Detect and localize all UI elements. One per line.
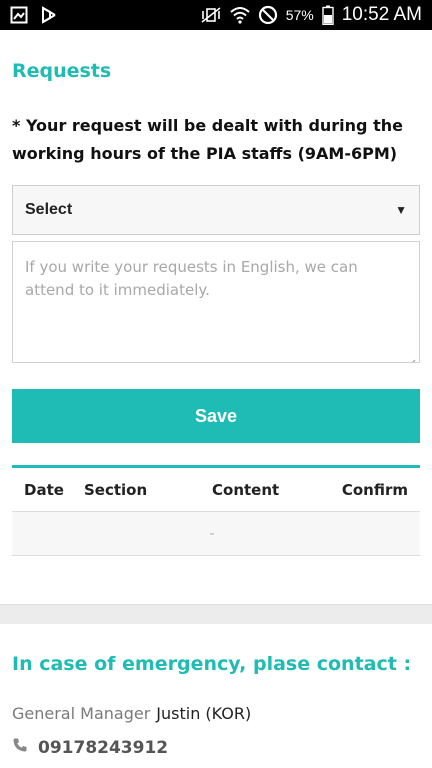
emergency-section: In case of emergency, plase contact : Ge…: [0, 624, 432, 768]
emergency-title: In case of emergency, plase contact :: [12, 653, 412, 675]
wifi-icon: [230, 6, 250, 24]
select-value: Select: [25, 201, 73, 218]
header-date: Date: [24, 480, 64, 499]
status-bar: 57% 10:52 AM: [0, 0, 432, 30]
header-content: Content: [212, 480, 280, 499]
header-confirm: Confirm: [341, 480, 408, 499]
phone-icon: [12, 737, 28, 758]
battery-percent: 57%: [285, 7, 314, 23]
clock: 10:52 AM: [341, 4, 422, 25]
empty-row-text: -: [209, 525, 215, 542]
textarea-placeholder: If you write your requests in English, w…: [25, 258, 358, 299]
play-store-icon: [40, 6, 58, 24]
section-divider: [0, 604, 432, 624]
save-button[interactable]: Save: [12, 389, 420, 443]
table-row: -: [12, 512, 420, 556]
working-hours-notice: * Your request will be dealt with during…: [12, 116, 403, 163]
manager-label: General Manager: [12, 704, 151, 723]
request-type-select[interactable]: Select ▼: [12, 185, 420, 235]
requests-title: Requests: [12, 60, 112, 82]
phone-link[interactable]: 09178243912: [12, 737, 168, 758]
battery-icon: [322, 5, 334, 25]
request-textarea[interactable]: If you write your requests in English, w…: [12, 241, 420, 363]
requests-table: Date Section Content Confirm -: [12, 465, 420, 556]
requests-section: Requests * Your request will be dealt wi…: [0, 30, 432, 604]
vibrate-icon: [200, 7, 222, 23]
do-not-disturb-icon: [258, 5, 278, 25]
header-section: Section: [84, 480, 148, 499]
manager-line: General Manager Justin (KOR): [12, 704, 251, 723]
manager-name: Justin (KOR): [156, 704, 252, 723]
image-icon: [10, 6, 28, 24]
dropdown-caret-icon: ▼: [395, 203, 407, 217]
phone-number: 09178243912: [38, 737, 169, 758]
table-header-row: Date Section Content Confirm: [12, 468, 420, 512]
resize-grip-icon[interactable]: [408, 351, 416, 362]
